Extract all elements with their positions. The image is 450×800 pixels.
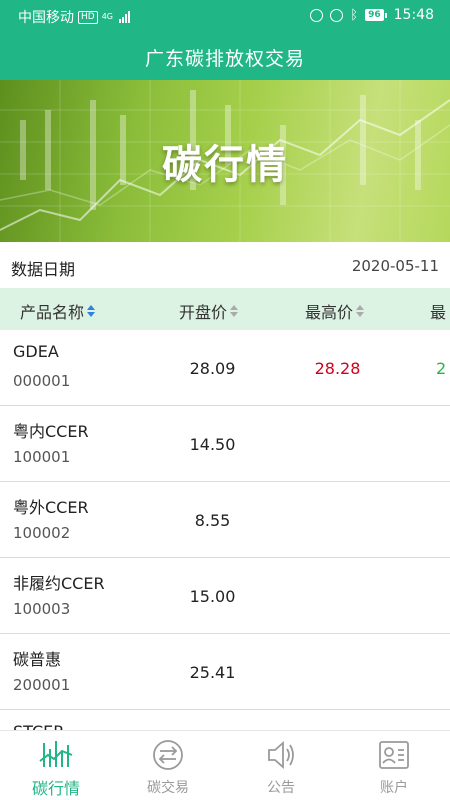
column-label: 产品名称: [20, 303, 85, 322]
table-row[interactable]: 非履约CCER 100003 15.00: [0, 558, 450, 634]
column-label: 最高价: [305, 303, 354, 322]
column-label: 开盘价: [179, 303, 228, 322]
speaker-icon: [268, 741, 294, 769]
battery-level: 96: [365, 9, 384, 21]
carrier-name: 中国移动: [18, 10, 74, 26]
high-price: 28.28: [314, 359, 361, 378]
low-price: 2: [436, 359, 447, 378]
tab-label: 碳行情: [31, 779, 80, 798]
bottom-nav: 碳行情 碳交易 公告 账户: [0, 730, 450, 800]
table-row[interactable]: GDEA 000001 28.09 28.28 2: [0, 330, 450, 406]
sort-icon: [87, 305, 96, 317]
product-name: 粤外CCER: [13, 498, 89, 517]
table-row[interactable]: 碳普惠 200001 25.41: [0, 634, 450, 710]
banner-title: 碳行情: [162, 142, 288, 188]
page-title: 广东碳排放权交易: [144, 48, 305, 70]
open-price: 25.41: [189, 663, 236, 682]
app-header: 中国移动 HD 4G ᛒ 96 15:48 广东碳排放权交易: [0, 0, 450, 80]
tab-notice[interactable]: 公告: [225, 731, 337, 800]
bluetooth-icon: ᛒ: [350, 7, 359, 23]
product-code: 200001: [13, 676, 71, 694]
product-name: GDEA: [13, 342, 59, 361]
sort-icon: [356, 305, 365, 317]
hd-badge: HD: [78, 10, 98, 24]
status-right: ᛒ 96 15:48: [310, 7, 434, 23]
carrier-info: 中国移动 HD 4G: [18, 7, 130, 27]
product-code: 100003: [13, 600, 71, 618]
signal-icon: [119, 11, 130, 23]
product-name: 非履约CCER: [13, 574, 105, 593]
table-row[interactable]: STCER: [0, 710, 450, 730]
account-card-icon: [379, 741, 409, 769]
quote-list[interactable]: GDEA 000001 28.09 28.28 2 粤内CCER 100001 …: [0, 330, 450, 730]
status-bar: 中国移动 HD 4G ᛒ 96 15:48: [0, 0, 450, 30]
open-price: 15.00: [189, 587, 236, 606]
data-date-label: 数据日期: [11, 260, 76, 279]
product-code: 100001: [13, 448, 71, 466]
clock-time: 15:48: [393, 7, 434, 23]
nfc-icon: [310, 8, 324, 22]
product-name: 碳普惠: [13, 650, 62, 669]
alarm-icon: [330, 8, 344, 22]
column-header-product-name[interactable]: 产品名称: [20, 299, 96, 323]
product-name: 粤内CCER: [13, 422, 89, 441]
data-date-row: 数据日期 2020-05-11: [0, 242, 450, 288]
tab-label: 账户: [380, 780, 408, 796]
market-banner: 碳行情: [0, 80, 450, 242]
open-price: 8.55: [194, 511, 231, 530]
open-price: 28.09: [189, 359, 236, 378]
column-header-open-price[interactable]: 开盘价: [179, 299, 239, 323]
tab-trade[interactable]: 碳交易: [112, 731, 224, 800]
data-date-value[interactable]: 2020-05-11: [352, 257, 439, 275]
product-code: 000001: [13, 372, 71, 390]
column-header-high-price[interactable]: 最高价: [305, 299, 365, 323]
battery-icon: 96: [365, 9, 387, 21]
product-name: STCER: [13, 722, 64, 730]
tab-market[interactable]: 碳行情: [0, 731, 112, 800]
table-row[interactable]: 粤外CCER 100002 8.55: [0, 482, 450, 558]
column-header-low-price[interactable]: 最: [430, 299, 446, 323]
sort-icon: [230, 305, 239, 317]
tab-account[interactable]: 账户: [338, 731, 450, 800]
column-label: 最: [430, 303, 447, 322]
tab-label: 碳交易: [147, 780, 189, 796]
product-code: 100002: [13, 524, 71, 542]
tab-label: 公告: [267, 780, 295, 796]
market-chart-icon: [39, 741, 73, 767]
table-header: 产品名称 开盘价 最高价 最: [0, 288, 450, 330]
exchange-icon: [153, 740, 183, 770]
table-row[interactable]: 粤内CCER 100001 14.50: [0, 406, 450, 482]
network-type: 4G: [101, 12, 113, 21]
open-price: 14.50: [189, 435, 236, 454]
